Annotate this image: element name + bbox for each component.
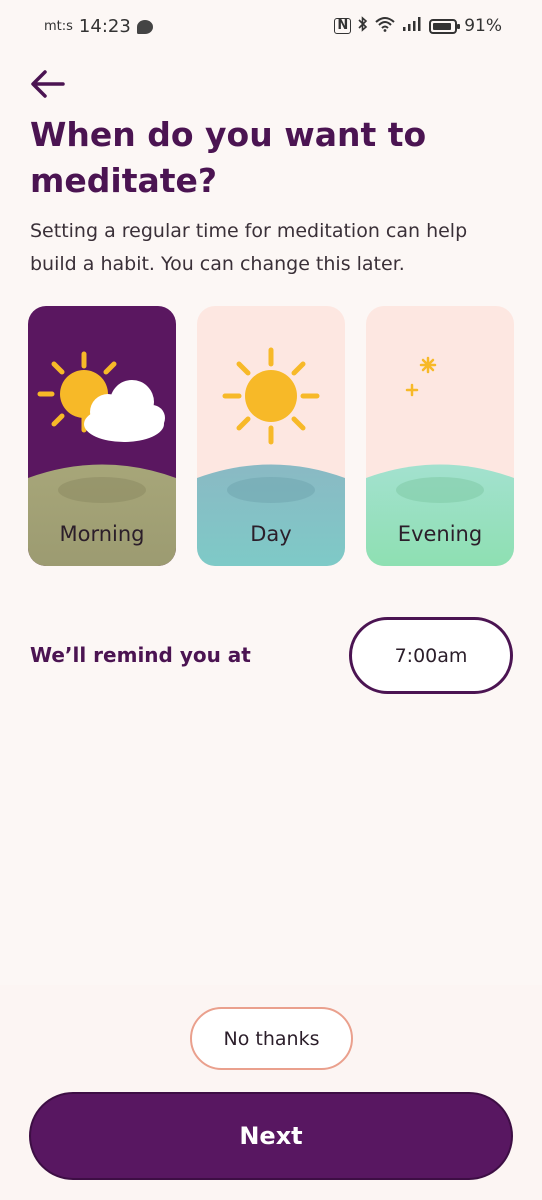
status-time: 14:23 — [78, 16, 131, 37]
no-thanks-button[interactable]: No thanks — [190, 1007, 353, 1070]
nfc-icon: N — [334, 18, 352, 34]
next-button[interactable]: Next — [29, 1092, 513, 1180]
battery-percent: 91% — [464, 16, 502, 36]
time-option-label: Day — [250, 522, 292, 546]
status-bar: mt:s 14:23 N 91% — [0, 0, 542, 54]
time-options: Morning Day Evening — [28, 306, 514, 566]
carrier-label: mt:s — [44, 19, 73, 34]
reminder-time-button[interactable]: 7:00am — [349, 617, 513, 694]
time-option-evening[interactable]: Evening — [366, 306, 514, 566]
status-right: N 91% — [334, 16, 502, 36]
time-option-morning[interactable]: Morning — [28, 306, 176, 566]
page-title: When do you want to meditate? — [30, 115, 427, 200]
time-option-label: Morning — [59, 522, 145, 546]
battery-icon — [429, 18, 461, 34]
wifi-icon — [375, 16, 395, 36]
arrow-left-icon — [31, 70, 65, 98]
time-option-day[interactable]: Day — [197, 306, 345, 566]
status-left: mt:s 14:23 — [44, 16, 153, 37]
page-subtitle: Setting a regular time for meditation ca… — [30, 220, 468, 275]
bluetooth-icon — [358, 16, 368, 36]
time-option-label: Evening — [397, 522, 483, 546]
reminder-label: We’ll remind you at — [30, 643, 251, 667]
signal-icon — [402, 16, 422, 36]
back-button[interactable] — [26, 62, 70, 106]
message-icon — [136, 19, 153, 34]
